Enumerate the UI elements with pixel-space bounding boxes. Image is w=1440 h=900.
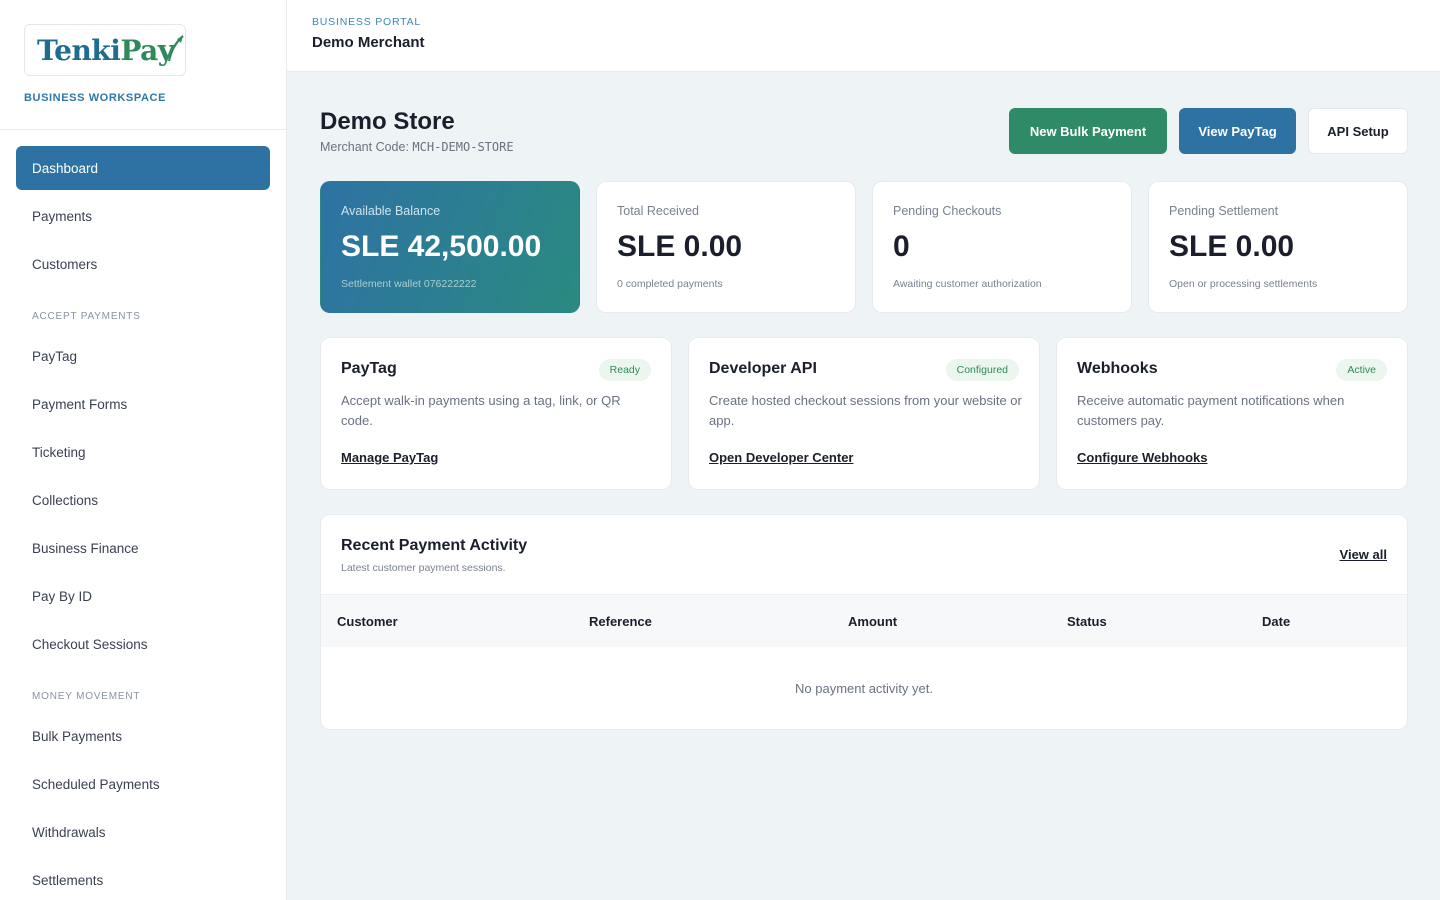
sidebar-item-bulk-payments[interactable]: Bulk Payments [16,714,270,758]
status-badge: Active [1336,359,1387,381]
stat-subtext: 0 completed payments [617,278,723,290]
view-paytag-button[interactable]: View PayTag [1179,108,1296,154]
merchant-code-value: MCH-DEMO-STORE [412,140,514,154]
sidebar-item-withdrawals[interactable]: Withdrawals [16,810,270,854]
recent-activity-panel: Recent Payment Activity Latest customer … [320,514,1408,730]
page-title: Demo Store [320,108,455,135]
workspace-label: BUSINESS WORKSPACE [24,92,166,104]
stat-value: 0 [893,230,910,263]
sidebar-item-checkout-sessions[interactable]: Checkout Sessions [16,622,270,666]
leaf-icon [167,35,184,62]
stat-card-pending-settlement: Pending Settlement SLE 0.00 Open or proc… [1148,181,1408,313]
sidebar-item-payments[interactable]: Payments [16,194,270,238]
stats-row: Available Balance SLE 42,500.00 Settleme… [320,181,1408,313]
activity-header: Recent Payment Activity Latest customer … [321,515,1407,595]
status-badge: Ready [598,359,651,381]
tenkipay-logo[interactable]: TenkiPay [24,24,186,76]
stat-label: Pending Settlement [1169,204,1279,218]
open-developer-center-link[interactable]: Open Developer Center [709,450,854,465]
stat-subtext: Settlement wallet 076222222 [341,278,477,290]
stat-value: SLE 0.00 [617,230,743,263]
top-header: BUSINESS PORTAL Demo Merchant [287,0,1440,72]
column-header-status[interactable]: Status [1067,595,1107,647]
configure-webhooks-link[interactable]: Configure Webhooks [1077,450,1207,465]
logo-wordmark: TenkiPay [37,33,174,67]
stat-card-available-balance: Available Balance SLE 42,500.00 Settleme… [320,181,580,313]
feature-card-webhooks: Webhooks Active Receive automatic paymen… [1056,337,1408,490]
merchant-code-label: Merchant Code: [320,140,409,154]
feature-description: Create hosted checkout sessions from you… [709,393,1022,428]
sidebar-item-collections[interactable]: Collections [16,478,270,522]
stat-card-total-received: Total Received SLE 0.00 0 completed paym… [596,181,856,313]
view-all-link[interactable]: View all [1340,547,1387,562]
sidebar-item-pay-by-id[interactable]: Pay By ID [16,574,270,618]
sidebar-item-business-finance[interactable]: Business Finance [16,526,270,570]
feature-card-paytag: PayTag Ready Accept walk-in payments usi… [320,337,672,490]
empty-state-message: No payment activity yet. [795,681,933,696]
sidebar-item-customers[interactable]: Customers [16,242,270,286]
column-header-amount[interactable]: Amount [848,595,897,647]
sidebar-item-settlements[interactable]: Settlements [16,858,270,900]
manage-paytag-link[interactable]: Manage PayTag [341,450,438,465]
table-header: Customer Reference Amount Status Date [321,595,1407,647]
page-header: Demo Store Merchant Code: MCH-DEMO-STORE… [320,72,1408,181]
merchant-code: Merchant Code: MCH-DEMO-STORE [320,140,514,154]
column-header-customer[interactable]: Customer [337,595,398,647]
merchant-name: Demo Merchant [312,34,425,51]
sidebar: TenkiPay BUSINESS WORKSPACE Dashboard Pa… [0,0,287,900]
sidebar-item-ticketing[interactable]: Ticketing [16,430,270,474]
activity-title: Recent Payment Activity [341,537,528,554]
stat-card-pending-checkouts: Pending Checkouts 0 Awaiting customer au… [872,181,1132,313]
column-header-reference[interactable]: Reference [589,595,652,647]
column-header-date[interactable]: Date [1262,595,1290,647]
stat-label: Pending Checkouts [893,204,1002,218]
sidebar-item-dashboard[interactable]: Dashboard [16,146,270,190]
feature-description: Accept walk-in payments using a tag, lin… [341,393,621,428]
portal-label: BUSINESS PORTAL [312,16,422,28]
activity-subtitle: Latest customer payment sessions. [341,562,506,574]
stat-label: Total Received [617,204,699,218]
stat-subtext: Awaiting customer authorization [893,278,1042,290]
main-content: Demo Store Merchant Code: MCH-DEMO-STORE… [320,72,1408,900]
api-setup-button[interactable]: API Setup [1308,108,1408,154]
stat-value: SLE 0.00 [1169,230,1295,263]
page-actions: New Bulk Payment View PayTag API Setup [1009,108,1408,154]
feature-card-developer-api: Developer API Configured Create hosted c… [688,337,1040,490]
sidebar-item-paytag[interactable]: PayTag [16,334,270,378]
stat-label: Available Balance [341,204,441,218]
features-row: PayTag Ready Accept walk-in payments usi… [320,337,1408,490]
sidebar-nav: Dashboard Payments Customers ACCEPT PAYM… [0,130,286,900]
brand-area: TenkiPay BUSINESS WORKSPACE [0,0,286,130]
nav-section-money-movement: MONEY MOVEMENT [32,691,141,702]
status-badge: Configured [945,359,1019,381]
nav-section-accept-payments: ACCEPT PAYMENTS [32,311,141,322]
stat-subtext: Open or processing settlements [1169,278,1318,290]
new-bulk-payment-button[interactable]: New Bulk Payment [1009,108,1167,154]
sidebar-item-payment-forms[interactable]: Payment Forms [16,382,270,426]
sidebar-item-scheduled-payments[interactable]: Scheduled Payments [16,762,270,806]
stat-value: SLE 42,500.00 [341,230,542,263]
feature-description: Receive automatic payment notifications … [1077,393,1345,428]
